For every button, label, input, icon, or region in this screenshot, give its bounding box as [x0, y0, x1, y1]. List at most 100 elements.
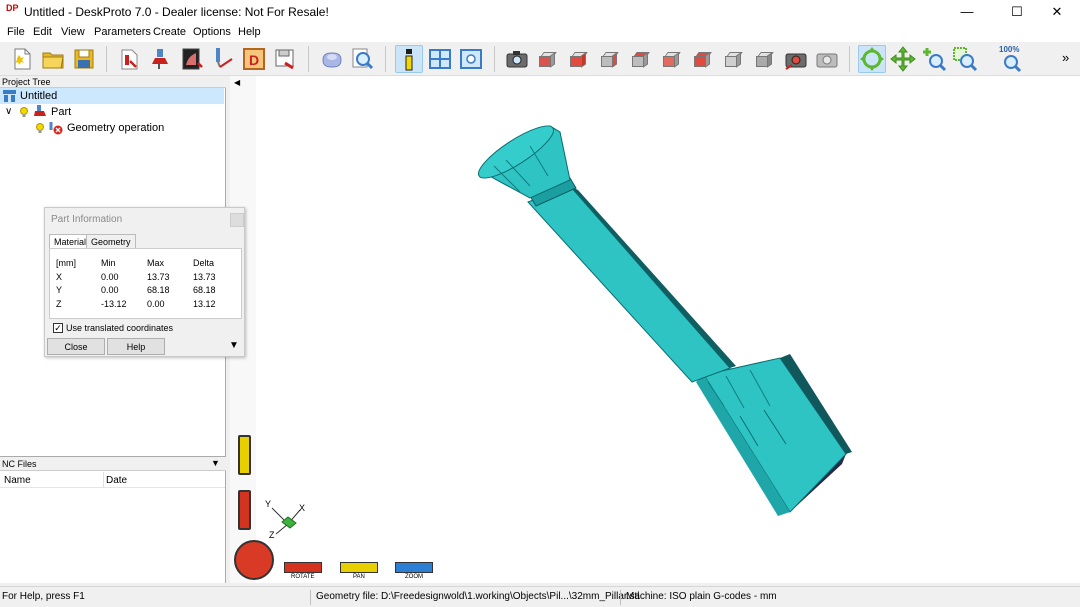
zoom-area-button[interactable]	[951, 45, 979, 73]
dropdown-arrow-icon[interactable]: ▼	[211, 458, 220, 468]
help-button[interactable]: Help	[107, 338, 165, 355]
save-project-icon	[275, 49, 294, 70]
view-cube-icon	[694, 52, 712, 68]
view-cube-icon	[539, 52, 557, 68]
zoom-window-icon	[460, 49, 482, 69]
nc-files-columns: Name Date	[0, 472, 225, 488]
tab-geometry[interactable]: Geometry	[86, 234, 136, 249]
toolbar-overflow-button[interactable]: »	[1062, 50, 1069, 65]
project-tree-header: Project Tree	[0, 76, 226, 88]
menu-options[interactable]: Options	[193, 26, 231, 38]
lightbulb-icon[interactable]	[20, 107, 28, 118]
app-icon[interactable]: DP	[6, 4, 22, 20]
bitmap-button[interactable]	[178, 45, 206, 73]
folder-icon	[42, 52, 64, 69]
preview-button[interactable]	[349, 45, 377, 73]
status-geometry-file: Geometry file: D:\Freedesignwold\1.worki…	[316, 591, 640, 602]
part-import-icon	[121, 49, 138, 70]
toolpath-button[interactable]	[209, 45, 237, 73]
rotate-view-button[interactable]	[858, 45, 886, 73]
tree-item-label: Part	[51, 106, 72, 118]
view-cube-icon	[756, 52, 774, 68]
row-label: X	[56, 272, 63, 282]
camera-gray-icon	[816, 53, 838, 68]
new-file-icon	[14, 48, 31, 70]
rotate-dial[interactable]	[234, 540, 274, 580]
view-shaded-button[interactable]	[751, 45, 779, 73]
delta-value: 68.18	[193, 285, 216, 295]
material-tab-panel: [mm] Min Max Delta X 0.00 13.73 13.73 Y …	[49, 248, 242, 319]
view-right-button[interactable]	[658, 45, 686, 73]
simulation-icon	[322, 52, 342, 68]
import-part-button[interactable]	[116, 45, 144, 73]
tree-item-label: Untitled	[20, 90, 58, 102]
rotate-control[interactable]	[284, 562, 322, 573]
view-cube-icon	[632, 52, 650, 68]
column-header: [mm]	[56, 258, 76, 268]
restore-view-button[interactable]	[813, 45, 841, 73]
zoom-view-button[interactable]	[920, 45, 948, 73]
view-front-button[interactable]	[565, 45, 593, 73]
tree-item-part[interactable]: ∨ Part	[0, 104, 224, 120]
close-window-button[interactable]: ✕	[1034, 0, 1080, 24]
column-header: Min	[101, 258, 116, 268]
screenshot-button[interactable]	[503, 45, 531, 73]
view-cube-icon	[570, 52, 588, 68]
tab-material[interactable]: Material	[49, 234, 92, 249]
menu-view[interactable]: View	[61, 26, 85, 38]
pan-icon	[890, 46, 916, 72]
close-button[interactable]: Close	[47, 338, 105, 355]
new-file-button[interactable]	[8, 45, 36, 73]
info-button[interactable]	[395, 45, 423, 73]
pan-view-button[interactable]	[889, 45, 917, 73]
nc-files-header: NC Files ▼	[0, 456, 226, 471]
tree-item-project[interactable]: Untitled	[0, 88, 224, 104]
menu-help[interactable]: Help	[238, 26, 261, 38]
dialog-close-icon[interactable]	[230, 213, 244, 227]
nc-files-title: NC Files	[2, 459, 37, 469]
save-icon	[74, 49, 94, 69]
expand-chevron-icon[interactable]: ∨	[5, 104, 12, 120]
pan-control[interactable]	[340, 562, 378, 573]
tree-item-geometry-operation[interactable]: Geometry operation	[0, 120, 224, 136]
row-label: Z	[56, 299, 62, 309]
menu-file[interactable]: File	[7, 26, 25, 38]
zoom-control[interactable]	[395, 562, 433, 573]
minimize-button[interactable]: —	[944, 0, 990, 24]
view-bottom-button[interactable]	[720, 45, 748, 73]
simulation-button[interactable]	[318, 45, 346, 73]
pan-label: PAN	[353, 574, 365, 580]
row-label: Y	[56, 285, 63, 295]
dxf-button[interactable]: D	[240, 45, 268, 73]
window-title: Untitled - DeskProto 7.0 - Dealer licens…	[24, 5, 329, 19]
view-back-button[interactable]	[596, 45, 624, 73]
menu-parameters[interactable]: Parameters	[94, 26, 151, 38]
info-icon	[405, 49, 413, 71]
part-icon	[34, 105, 46, 116]
column-header-name[interactable]: Name	[4, 475, 31, 486]
dialog-title: Part Information	[51, 214, 123, 225]
zoom-window-button[interactable]	[457, 45, 485, 73]
part-parameters-button[interactable]	[147, 45, 175, 73]
open-file-button[interactable]	[39, 45, 67, 73]
view-top-button[interactable]	[689, 45, 717, 73]
menu-create[interactable]: Create	[153, 26, 186, 38]
view-iso-button[interactable]	[534, 45, 562, 73]
save-file-button[interactable]	[70, 45, 98, 73]
part-information-dialog: Part Information Material Geometry [mm] …	[44, 207, 245, 357]
magnifier-page-icon	[352, 48, 374, 70]
use-translated-checkbox[interactable]: ✓	[53, 323, 63, 333]
column-header: Delta	[193, 258, 215, 268]
view-left-button[interactable]	[627, 45, 655, 73]
column-header-date[interactable]: Date	[106, 475, 127, 486]
camera-red-icon	[785, 53, 807, 70]
view-layout-button[interactable]	[426, 45, 454, 73]
drawing-icon: D	[243, 48, 265, 70]
menu-edit[interactable]: Edit	[33, 26, 52, 38]
lightbulb-icon[interactable]	[36, 123, 44, 134]
record-view-button[interactable]	[782, 45, 810, 73]
expand-dialog-arrow-icon[interactable]: ▼	[229, 340, 239, 351]
zoom-100-button[interactable]: 100%	[997, 45, 1025, 73]
project-icon	[3, 90, 16, 102]
save-project-button[interactable]	[271, 45, 299, 73]
